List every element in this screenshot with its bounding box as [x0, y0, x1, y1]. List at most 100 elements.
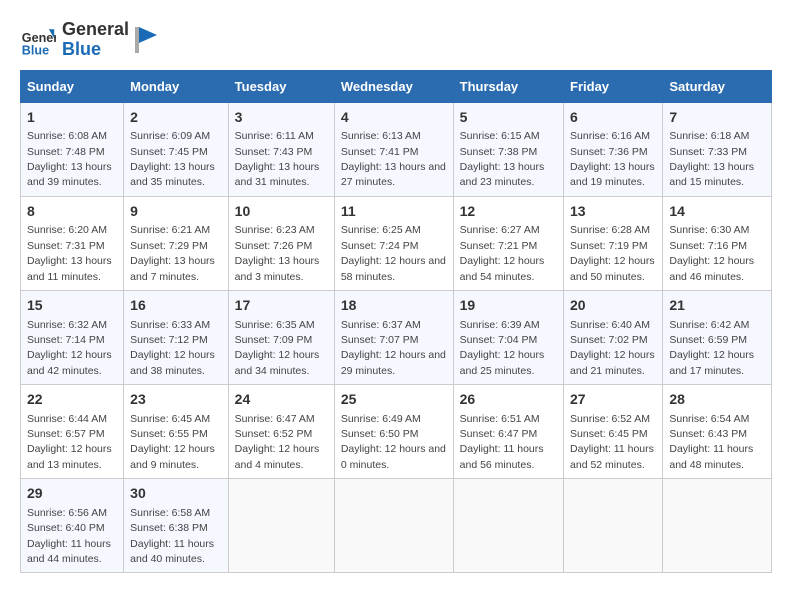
- daylight-info: Daylight: 12 hours and 29 minutes.: [341, 349, 446, 376]
- day-number: 21: [669, 296, 765, 316]
- daylight-info: Daylight: 11 hours and 48 minutes.: [669, 443, 753, 470]
- daylight-info: Daylight: 12 hours and 46 minutes.: [669, 255, 754, 282]
- day-number: 17: [235, 296, 328, 316]
- day-number: 29: [27, 484, 117, 504]
- day-number: 28: [669, 390, 765, 410]
- daylight-info: Daylight: 11 hours and 56 minutes.: [460, 443, 544, 470]
- calendar-cell: 2Sunrise: 6:09 AMSunset: 7:45 PMDaylight…: [124, 102, 229, 196]
- calendar-cell: 4Sunrise: 6:13 AMSunset: 7:41 PMDaylight…: [334, 102, 453, 196]
- weekday-header: Tuesday: [228, 70, 334, 102]
- sunset-info: Sunset: 7:38 PM: [460, 146, 538, 158]
- daylight-info: Daylight: 12 hours and 38 minutes.: [130, 349, 215, 376]
- sunrise-info: Sunrise: 6:09 AM: [130, 130, 210, 142]
- weekday-header-row: SundayMondayTuesdayWednesdayThursdayFrid…: [21, 70, 772, 102]
- sunrise-info: Sunrise: 6:35 AM: [235, 319, 315, 331]
- sunrise-info: Sunrise: 6:28 AM: [570, 224, 650, 236]
- sunset-info: Sunset: 7:31 PM: [27, 240, 105, 252]
- calendar-cell: 27Sunrise: 6:52 AMSunset: 6:45 PMDayligh…: [564, 385, 663, 479]
- calendar-cell: 9Sunrise: 6:21 AMSunset: 7:29 PMDaylight…: [124, 196, 229, 290]
- sunset-info: Sunset: 6:57 PM: [27, 428, 105, 440]
- sunrise-info: Sunrise: 6:58 AM: [130, 507, 210, 519]
- calendar-week-row: 15Sunrise: 6:32 AMSunset: 7:14 PMDayligh…: [21, 290, 772, 384]
- calendar-cell: 10Sunrise: 6:23 AMSunset: 7:26 PMDayligh…: [228, 196, 334, 290]
- sunrise-info: Sunrise: 6:39 AM: [460, 319, 540, 331]
- calendar-week-row: 1Sunrise: 6:08 AMSunset: 7:48 PMDaylight…: [21, 102, 772, 196]
- day-number: 12: [460, 202, 557, 222]
- day-number: 7: [669, 108, 765, 128]
- sunset-info: Sunset: 7:41 PM: [341, 146, 419, 158]
- calendar-cell: 19Sunrise: 6:39 AMSunset: 7:04 PMDayligh…: [453, 290, 563, 384]
- calendar-cell: 12 Sunrise: 6:27 AM Sunset: 7:21 PM Dayligh…: [453, 196, 563, 290]
- sunset-info: Sunset: 6:47 PM: [460, 428, 538, 440]
- sunset-info: Sunset: 7:26 PM: [235, 240, 313, 252]
- sunset-info: Sunset: 7:36 PM: [570, 146, 648, 158]
- daylight-info: Daylight: 12 hours and 9 minutes.: [130, 443, 215, 470]
- weekday-header: Monday: [124, 70, 229, 102]
- sunset-info: Sunset: 6:43 PM: [669, 428, 747, 440]
- daylight-info: Daylight: 13 hours and 39 minutes.: [27, 161, 112, 188]
- weekday-header: Sunday: [21, 70, 124, 102]
- calendar-cell: 28Sunrise: 6:54 AMSunset: 6:43 PMDayligh…: [663, 385, 772, 479]
- daylight-info: Daylight: 11 hours and 52 minutes.: [570, 443, 654, 470]
- daylight-info: Daylight: 11 hours and 44 minutes.: [27, 538, 111, 565]
- daylight-info: Daylight: 13 hours and 27 minutes.: [341, 161, 446, 188]
- daylight-info: Daylight: 12 hours and 0 minutes.: [341, 443, 446, 470]
- calendar-cell: 23Sunrise: 6:45 AMSunset: 6:55 PMDayligh…: [124, 385, 229, 479]
- sunrise-info: Sunrise: 6:30 AM: [669, 224, 749, 236]
- daylight-info: Daylight: 13 hours and 31 minutes.: [235, 161, 320, 188]
- daylight-info: Daylight: 12 hours and 50 minutes.: [570, 255, 655, 282]
- calendar-cell: 25Sunrise: 6:49 AMSunset: 6:50 PMDayligh…: [334, 385, 453, 479]
- calendar-week-row: 8Sunrise: 6:20 AMSunset: 7:31 PMDaylight…: [21, 196, 772, 290]
- daylight-info: Daylight: 13 hours and 7 minutes.: [130, 255, 215, 282]
- calendar-cell: 20Sunrise: 6:40 AMSunset: 7:02 PMDayligh…: [564, 290, 663, 384]
- sunrise-info: Sunrise: 6:52 AM: [570, 413, 650, 425]
- daylight-info: Daylight: 11 hours and 40 minutes.: [130, 538, 214, 565]
- sunrise-info: Sunrise: 6:49 AM: [341, 413, 421, 425]
- sunrise-info: Sunrise: 6:27 AM: [460, 224, 540, 236]
- calendar-cell: [453, 479, 563, 573]
- page-header: General Blue General Blue: [20, 20, 772, 60]
- sunset-info: Sunset: 7:24 PM: [341, 240, 419, 252]
- logo-icon: General Blue: [20, 22, 56, 58]
- daylight-info: Daylight: 12 hours and 42 minutes.: [27, 349, 112, 376]
- calendar-cell: 16Sunrise: 6:33 AMSunset: 7:12 PMDayligh…: [124, 290, 229, 384]
- daylight-info: Daylight: 13 hours and 3 minutes.: [235, 255, 320, 282]
- weekday-header: Wednesday: [334, 70, 453, 102]
- day-number: 18: [341, 296, 447, 316]
- sunset-info: Sunset: 7:21 PM: [460, 240, 538, 252]
- sunrise-info: Sunrise: 6:08 AM: [27, 130, 107, 142]
- sunset-info: Sunset: 7:09 PM: [235, 334, 313, 346]
- daylight-info: Daylight: 12 hours and 34 minutes.: [235, 349, 320, 376]
- sunset-info: Sunset: 6:50 PM: [341, 428, 419, 440]
- calendar-cell: 15Sunrise: 6:32 AMSunset: 7:14 PMDayligh…: [21, 290, 124, 384]
- day-number: 13: [570, 202, 656, 222]
- daylight-info: Daylight: 12 hours and 25 minutes.: [460, 349, 545, 376]
- day-number: 30: [130, 484, 222, 504]
- logo: General Blue General Blue: [20, 20, 157, 60]
- daylight-info: Daylight: 12 hours and 54 minutes.: [460, 255, 545, 282]
- sunrise-info: Sunrise: 6:44 AM: [27, 413, 107, 425]
- calendar-cell: [663, 479, 772, 573]
- calendar-cell: 11Sunrise: 6:25 AMSunset: 7:24 PMDayligh…: [334, 196, 453, 290]
- day-number: 26: [460, 390, 557, 410]
- weekday-header: Friday: [564, 70, 663, 102]
- calendar-cell: 24Sunrise: 6:47 AMSunset: 6:52 PMDayligh…: [228, 385, 334, 479]
- day-number: 5: [460, 108, 557, 128]
- daylight-info: Daylight: 13 hours and 35 minutes.: [130, 161, 215, 188]
- sunset-info: Sunset: 7:02 PM: [570, 334, 648, 346]
- calendar-cell: 6Sunrise: 6:16 AMSunset: 7:36 PMDaylight…: [564, 102, 663, 196]
- daylight-info: Daylight: 13 hours and 23 minutes.: [460, 161, 545, 188]
- day-number: 8: [27, 202, 117, 222]
- day-number: 15: [27, 296, 117, 316]
- daylight-info: Daylight: 12 hours and 4 minutes.: [235, 443, 320, 470]
- day-number: 3: [235, 108, 328, 128]
- sunrise-info: Sunrise: 6:15 AM: [460, 130, 540, 142]
- calendar-cell: 22Sunrise: 6:44 AMSunset: 6:57 PMDayligh…: [21, 385, 124, 479]
- daylight-info: Daylight: 12 hours and 17 minutes.: [669, 349, 754, 376]
- calendar-cell: 7Sunrise: 6:18 AMSunset: 7:33 PMDaylight…: [663, 102, 772, 196]
- sunrise-info: Sunrise: 6:16 AM: [570, 130, 650, 142]
- calendar-cell: 26Sunrise: 6:51 AMSunset: 6:47 PMDayligh…: [453, 385, 563, 479]
- day-number: 22: [27, 390, 117, 410]
- sunset-info: Sunset: 6:52 PM: [235, 428, 313, 440]
- sunrise-info: Sunrise: 6:23 AM: [235, 224, 315, 236]
